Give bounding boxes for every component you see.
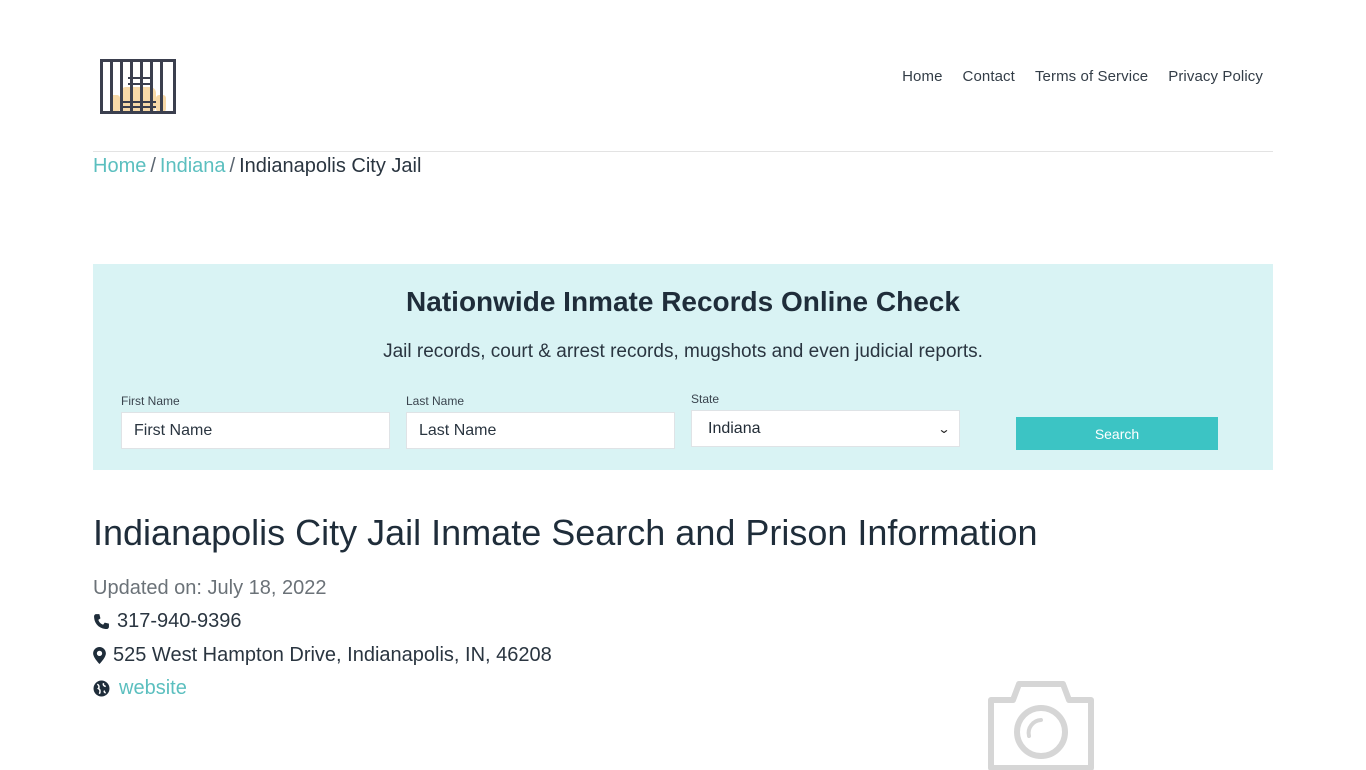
state-value: Indiana [708,419,761,437]
address-text: 525 West Hampton Drive, Indianapolis, IN… [113,644,552,666]
main-nav: Home Contact Terms of Service Privacy Po… [902,68,1263,85]
site-header: Home Contact Terms of Service Privacy Po… [93,0,1273,152]
page-title: Indianapolis City Jail Inmate Search and… [93,512,1038,553]
search-button[interactable]: Search [1016,417,1218,450]
state-label: State [691,392,720,406]
first-name-label: First Name [121,394,180,408]
chevron-down-icon: ⌄ [937,421,951,436]
breadcrumb-indiana[interactable]: Indiana [160,155,226,177]
nav-privacy[interactable]: Privacy Policy [1168,68,1263,85]
breadcrumb: Home / Indiana / Indianapolis City Jail [93,155,421,178]
state-select[interactable]: Indiana ⌄ [691,410,960,447]
breadcrumb-separator: / [150,155,156,177]
phone-icon [94,614,109,629]
website-link[interactable]: website [119,677,187,700]
state-field: State Indiana ⌄ [691,392,960,447]
last-name-field: Last Name [406,394,675,449]
jail-logo-icon[interactable] [98,57,178,117]
nav-contact[interactable]: Contact [963,68,1015,85]
last-name-input[interactable] [406,412,675,449]
website-row: website [93,677,187,700]
updated-text: Updated on: July 18, 2022 [93,577,327,599]
phone-row: 317-940-9396 [93,610,242,633]
search-title: Nationwide Inmate Records Online Check [406,286,960,317]
breadcrumb-separator: / [229,155,236,177]
phone-number: 317-940-9396 [117,610,242,632]
updated-date: Updated on: July 18, 2022 [93,577,327,600]
address-row: 525 West Hampton Drive, Indianapolis, IN… [93,644,552,667]
camera-placeholder-icon [988,681,1094,770]
breadcrumb-current: Indianapolis City Jail [239,155,422,177]
nav-home[interactable]: Home [902,68,942,85]
breadcrumb-home[interactable]: Home [93,155,146,177]
first-name-field: First Name [121,394,390,449]
first-name-input[interactable] [121,412,390,449]
search-subtitle: Jail records, court & arrest records, mu… [383,341,983,362]
last-name-label: Last Name [406,394,465,408]
globe-icon [93,680,110,697]
map-marker-icon [93,647,106,664]
nav-terms[interactable]: Terms of Service [1035,68,1148,85]
